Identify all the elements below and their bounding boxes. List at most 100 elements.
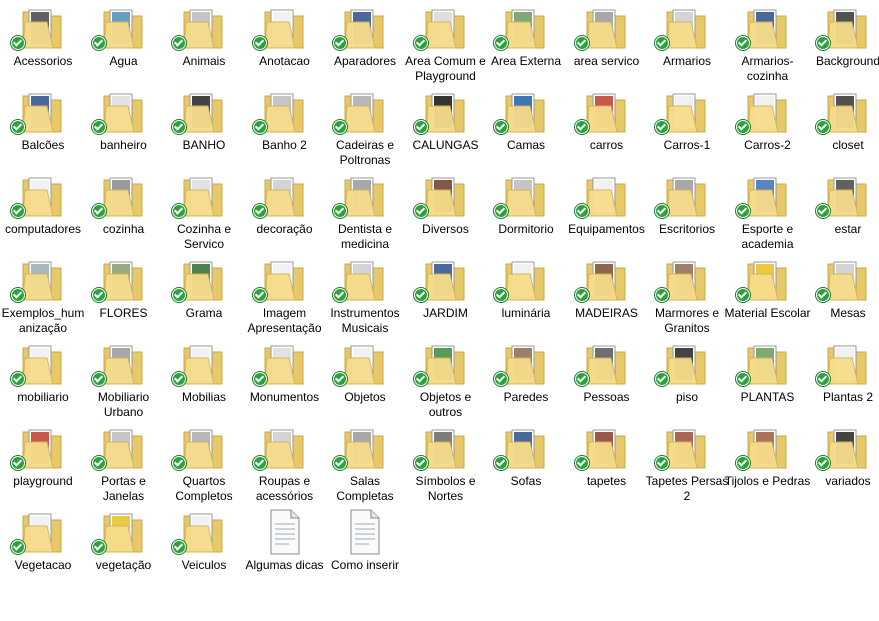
folder-item[interactable]: Dormitorio — [486, 170, 566, 254]
folder-item[interactable]: Camas — [486, 86, 566, 170]
folder-item[interactable]: Material Escolar — [724, 254, 811, 338]
item-label: Mesas — [830, 306, 866, 320]
folder-item[interactable]: Paredes — [486, 338, 566, 422]
folder-item[interactable]: piso — [647, 338, 727, 422]
folder-item[interactable]: Cozinha e Servico — [164, 170, 244, 254]
sync-status-check-icon — [11, 372, 25, 386]
folder-item[interactable]: Animais — [164, 2, 244, 86]
folder-item[interactable]: Background — [808, 2, 879, 86]
folder-item[interactable]: Objetos e outros — [406, 338, 486, 422]
folder-item[interactable]: Carros-1 — [647, 86, 727, 170]
folder-item[interactable]: Imagem Apresentação — [245, 254, 325, 338]
folder-item[interactable]: Quartos Completos — [164, 422, 244, 506]
item-label: Símbolos e Nortes — [415, 474, 476, 503]
folder-item[interactable]: Portas e Janelas — [84, 422, 164, 506]
folder-item[interactable]: tapetes — [567, 422, 647, 506]
item-label: Armarios — [662, 54, 711, 68]
folder-item[interactable]: mobiliario — [3, 338, 83, 422]
folder-icon — [172, 4, 228, 52]
sync-status-check-icon — [494, 456, 508, 470]
folder-item[interactable]: Mobilias — [164, 338, 244, 422]
folder-item[interactable]: Banho 2 — [245, 86, 325, 170]
folder-item[interactable]: Aparadores — [325, 2, 405, 86]
item-label: playground — [13, 474, 73, 488]
folder-item[interactable]: Escritorios — [647, 170, 727, 254]
folder-item[interactable]: Marmores e Granitos — [647, 254, 727, 338]
sync-status-check-icon — [816, 36, 830, 50]
folder-item[interactable]: Armarios — [647, 2, 727, 86]
item-label: Objetos — [344, 390, 386, 404]
folder-item[interactable]: Agua — [84, 2, 164, 86]
folder-item[interactable]: Diversos — [406, 170, 486, 254]
sync-status-check-icon — [172, 36, 186, 50]
folder-icon — [494, 88, 550, 136]
sync-status-check-icon — [735, 456, 750, 470]
folder-item[interactable]: Tapetes Persas 2 — [646, 422, 728, 506]
sync-status-check-icon — [252, 288, 267, 302]
sync-status-check-icon — [172, 204, 186, 218]
folder-item[interactable]: Cadeiras e Poltronas — [325, 86, 405, 170]
folder-icon — [574, 4, 631, 52]
folder-item[interactable]: Equipamentos — [567, 170, 647, 254]
folder-item[interactable]: MADEIRAS — [567, 254, 647, 338]
item-label: Tijolos e Pedras — [724, 474, 811, 488]
folder-item[interactable]: Objetos — [325, 338, 405, 422]
folder-item[interactable]: Acessorios — [3, 2, 83, 86]
folder-item[interactable]: carros — [567, 86, 647, 170]
folder-item[interactable]: Vegetacao — [3, 506, 83, 590]
folder-item[interactable]: Armarios-cozinha — [728, 2, 808, 86]
folder-item[interactable]: Esporte e academia — [728, 170, 808, 254]
folder-item[interactable]: closet — [808, 86, 879, 170]
folder-item[interactable]: Area Comum e Playground — [405, 2, 486, 86]
sync-status-check-icon — [816, 120, 830, 134]
folder-icon — [735, 4, 792, 52]
folder-item[interactable]: Grama — [164, 254, 244, 338]
folder-item[interactable]: Balcões — [3, 86, 83, 170]
folder-item[interactable]: playground — [3, 422, 83, 506]
folder-icon — [11, 256, 67, 304]
folder-icon — [655, 172, 711, 220]
folder-item[interactable]: Instrumentos Musicais — [325, 254, 405, 338]
sync-status-check-icon — [413, 204, 428, 218]
folder-item[interactable]: cozinha — [84, 170, 164, 254]
sync-status-check-icon — [735, 288, 750, 302]
folder-item[interactable]: Carros-2 — [728, 86, 808, 170]
folder-item[interactable]: Salas Completas — [325, 422, 405, 506]
folder-item[interactable]: decoração — [245, 170, 325, 254]
folder-item[interactable]: Sofas — [486, 422, 566, 506]
folder-item[interactable]: Plantas 2 — [808, 338, 879, 422]
folder-item[interactable]: Exemplos_humanização — [2, 254, 84, 338]
sync-status-check-icon — [655, 456, 669, 470]
folder-item[interactable]: Monumentos — [245, 338, 325, 422]
folder-item[interactable]: area servico — [567, 2, 647, 86]
folder-item[interactable]: CALUNGAS — [406, 86, 486, 170]
folder-item[interactable]: Veiculos — [164, 506, 244, 590]
sync-status-check-icon — [91, 372, 106, 386]
folder-item[interactable]: estar — [808, 170, 879, 254]
folder-item[interactable]: JARDIM — [406, 254, 486, 338]
folder-item[interactable]: variados — [808, 422, 879, 506]
file-item[interactable]: Como inserir — [325, 506, 405, 590]
sync-status-check-icon — [574, 372, 589, 386]
folder-icon — [91, 424, 148, 472]
folder-item[interactable]: banheiro — [84, 86, 164, 170]
folder-item[interactable]: Símbolos e Nortes — [406, 422, 486, 506]
folder-item[interactable]: Dentista e medicina — [325, 170, 405, 254]
folder-icon — [494, 256, 550, 304]
folder-item[interactable]: luminária — [486, 254, 566, 338]
folder-item[interactable]: computadores — [3, 170, 83, 254]
folder-item[interactable]: BANHO — [164, 86, 244, 170]
folder-item[interactable]: Mesas — [808, 254, 879, 338]
folder-item[interactable]: PLANTAS — [728, 338, 808, 422]
folder-item[interactable]: FLORES — [84, 254, 164, 338]
folder-item[interactable]: vegetação — [84, 506, 164, 590]
folder-item[interactable]: Anotacao — [245, 2, 325, 86]
item-label: Grama — [185, 306, 223, 320]
folder-item[interactable]: Roupas e acessórios — [245, 422, 325, 506]
folder-item[interactable]: Pessoas — [567, 338, 647, 422]
sync-status-check-icon — [655, 372, 669, 386]
folder-item[interactable]: Mobiliario Urbano — [84, 338, 164, 422]
file-item[interactable]: Algumas dicas — [245, 506, 325, 590]
folder-item[interactable]: Tijolos e Pedras — [725, 422, 810, 506]
folder-item[interactable]: Area Externa — [486, 2, 566, 86]
